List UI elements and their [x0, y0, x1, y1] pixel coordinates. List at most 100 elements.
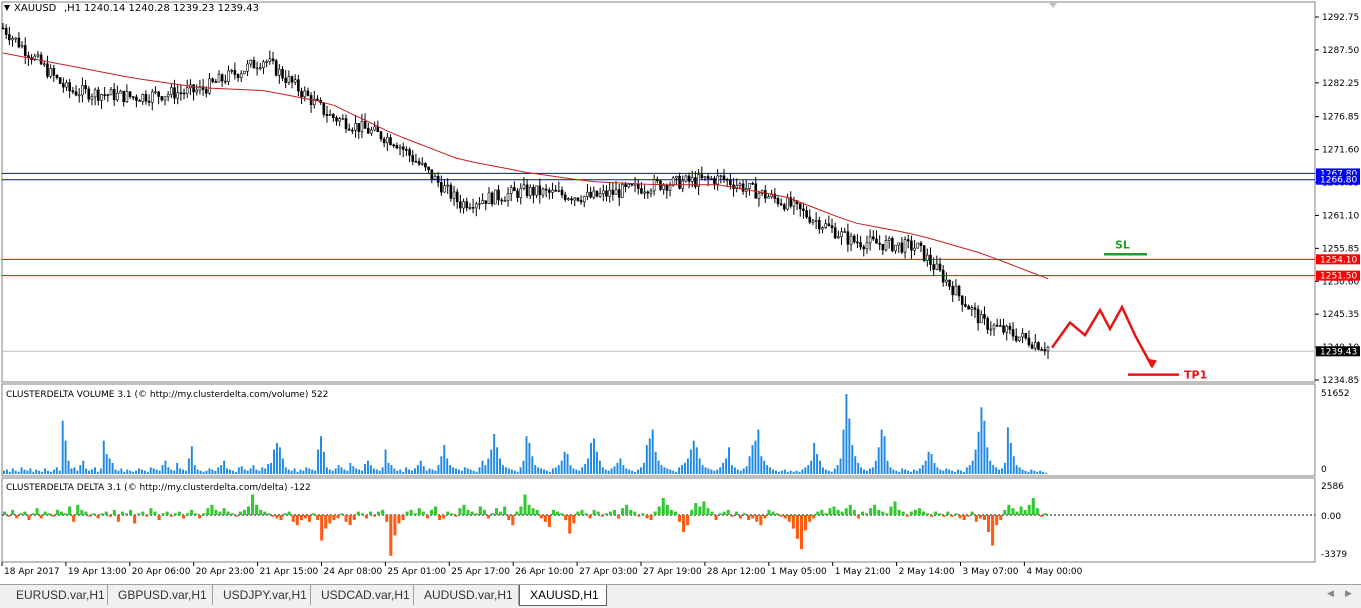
candle-body: [103, 94, 106, 96]
candle-body: [532, 187, 535, 196]
volume-bar: [681, 465, 684, 474]
candle-body: [68, 82, 72, 92]
delta-bar: [482, 509, 486, 515]
delta-bar: [425, 515, 429, 519]
delta-bar: [413, 513, 417, 515]
volume-bar: [79, 465, 82, 474]
volume-bar: [275, 442, 278, 474]
volume-bar: [836, 465, 839, 474]
volume-bar: [111, 462, 114, 474]
delta-bar: [458, 508, 462, 515]
chart-tab-xauusd-h1[interactable]: XAUUSD,H1: [519, 585, 607, 606]
delta-bar: [360, 513, 364, 515]
chart-tab-usdjpy-var-h1[interactable]: USDJPY.var,H1: [213, 585, 311, 605]
volume-bar: [1021, 469, 1024, 474]
candle-body: [897, 242, 901, 246]
delta-bar: [312, 513, 316, 515]
candle-body: [910, 240, 913, 251]
candle-body: [116, 92, 119, 101]
delta-bar: [661, 498, 665, 515]
delta-bar: [299, 515, 303, 521]
candle-body: [665, 185, 669, 191]
volume-bar: [255, 469, 258, 474]
delta-bar: [987, 515, 991, 532]
delta-bar: [120, 511, 124, 515]
candle-body: [446, 184, 449, 187]
delta-bar: [401, 515, 405, 521]
delta-bar: [637, 515, 641, 517]
time-tick-label: 27 Apr 19:00: [643, 567, 702, 577]
tab-scroll-left-icon[interactable]: ◀: [1327, 589, 1334, 599]
volume-bar: [258, 470, 261, 474]
delta-bar: [307, 515, 312, 522]
delta-bar: [23, 511, 27, 515]
candle-body: [1014, 335, 1018, 341]
chart-tab-eurusd-var-h1[interactable]: EURUSD.var,H1: [6, 585, 108, 605]
price-tick-label: 1292.75: [1322, 13, 1359, 23]
volume-bar: [548, 471, 551, 474]
delta-bar: [966, 515, 970, 517]
delta-bar: [909, 511, 913, 515]
volume-bar: [64, 440, 67, 474]
candle-body: [81, 85, 84, 96]
chart-tab-audusd-var-h1[interactable]: AUDUSD.var,H1: [414, 585, 519, 605]
delta-bar: [954, 513, 958, 515]
candle-body: [112, 88, 116, 101]
volume-bar: [854, 456, 857, 474]
candle-body: [49, 68, 52, 77]
volume-bar: [93, 467, 96, 474]
volume-bar: [948, 469, 951, 474]
candle-body: [424, 162, 427, 168]
volume-bar: [372, 468, 375, 474]
volume-bar: [907, 470, 910, 474]
delta-bar: [730, 515, 734, 517]
volume-bar: [322, 451, 325, 474]
volume-bar: [904, 469, 907, 474]
delta-bar: [551, 509, 555, 515]
candle-body: [617, 189, 621, 198]
candle-body: [700, 174, 704, 179]
delta-bar: [612, 509, 616, 515]
candle-body: [554, 189, 557, 192]
volume-bar: [246, 470, 249, 474]
volume-bar: [61, 420, 64, 474]
candle-body: [363, 121, 367, 129]
volume-bar: [760, 456, 763, 474]
chart-tab-usdcad-var-h1[interactable]: USDCAD.var,H1: [311, 585, 414, 605]
volume-bar: [992, 465, 995, 474]
delta-bar: [682, 515, 686, 532]
delta-bar: [283, 513, 287, 515]
candle-body: [74, 91, 78, 96]
candle-body: [992, 324, 996, 330]
delta-bar: [397, 515, 401, 524]
delta-bar: [824, 513, 828, 515]
volume-bar: [631, 470, 634, 474]
delta-bar: [974, 515, 978, 522]
volume-bar: [962, 471, 965, 474]
volume-bar: [76, 470, 79, 474]
candle-body: [849, 235, 853, 245]
chart-tab-gbpusd-var-h1[interactable]: GBPUSD.var,H1: [108, 585, 213, 605]
trading-chart[interactable]: XAUUSD ,H1 1240.14 1240.28 1239.23 1239.…: [0, 0, 1361, 584]
volume-title: CLUSTERDELTA VOLUME 3.1 (© http://my.clu…: [6, 390, 328, 400]
delta-bar: [702, 501, 706, 515]
delta-bar: [434, 506, 438, 515]
price-panel[interactable]: [1, 1, 1316, 383]
candle-body: [182, 92, 186, 95]
volume-bar: [402, 471, 405, 474]
candle-body: [891, 238, 894, 252]
volume-min-label: 0: [1321, 465, 1327, 475]
price-tick-label: 1261.10: [1322, 211, 1359, 221]
delta-bar: [68, 506, 72, 515]
volume-bar: [44, 468, 47, 474]
volume-bar: [930, 454, 933, 474]
candle-body: [970, 307, 974, 310]
volume-bar: [742, 468, 745, 474]
candle-body: [830, 225, 834, 229]
candle-body: [1043, 349, 1047, 352]
tab-scroll-right-icon[interactable]: ▶: [1345, 589, 1352, 599]
volume-bar: [502, 465, 504, 474]
delta-bar: [466, 509, 470, 515]
time-tick-label: 25 Apr 01:00: [387, 567, 446, 577]
volume-bar: [728, 447, 730, 474]
